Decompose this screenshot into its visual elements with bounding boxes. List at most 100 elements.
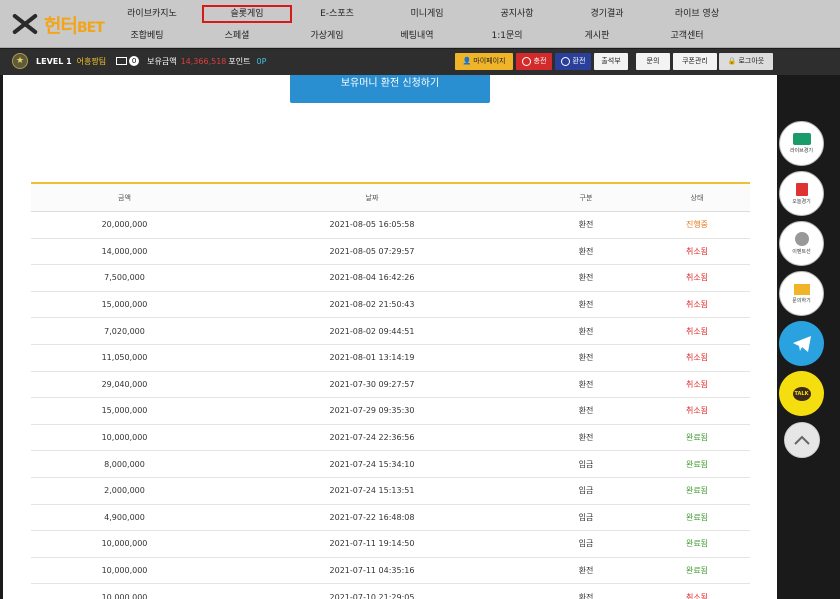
- table-row: 10,000,000 2021-07-11 04:35:16 환전 완료됨: [31, 558, 750, 585]
- calendar-icon: [795, 182, 808, 196]
- cell-amount: 10,000,000: [101, 592, 148, 599]
- nav-customer-center[interactable]: 고객센터: [642, 27, 732, 45]
- event-button[interactable]: 이벤트선: [779, 221, 824, 266]
- username: 어흥짱팀: [76, 56, 107, 66]
- cell-amount: 4,900,000: [104, 512, 145, 522]
- table-row: 11,050,000 2021-08-01 13:14:19 환전 취소됨: [31, 345, 750, 372]
- cell-status: 완료됨: [685, 433, 709, 443]
- table-row: 10,000,000 2021-07-11 19:14:50 입금 완료됨: [31, 531, 750, 558]
- cell-status: 진행중: [685, 220, 709, 230]
- site-logo[interactable]: 헌터BET: [8, 6, 108, 42]
- cell-amount: 15,000,000: [101, 300, 148, 310]
- cell-date: 2021-08-02 21:50:43: [329, 300, 415, 310]
- cell-type: 입금: [578, 512, 594, 522]
- scroll-top-button[interactable]: [784, 422, 820, 458]
- cell-type: 입금: [578, 486, 594, 496]
- nav-mini-game[interactable]: 미니게임: [382, 5, 472, 23]
- cell-amount: 7,020,000: [104, 326, 145, 336]
- cell-status: 완료됨: [685, 512, 709, 522]
- table-row: 29,040,000 2021-07-30 09:27:57 환전 취소됨: [31, 372, 750, 399]
- cell-status: 완료됨: [685, 486, 709, 496]
- cell-type: 환전: [578, 592, 594, 599]
- cell-status: 취소됨: [685, 326, 709, 336]
- inquiry-button[interactable]: 문의: [636, 53, 670, 70]
- coupon-button[interactable]: 쿠폰관리: [673, 53, 717, 70]
- nav-board[interactable]: 게시판: [552, 27, 642, 45]
- nav-one-on-one[interactable]: 1:1문의: [462, 27, 552, 45]
- nav-combo-bet[interactable]: 조합베팅: [102, 27, 192, 45]
- table-header: 금액 날짜 구분 상태: [31, 184, 750, 212]
- cell-date: 2021-08-05 16:05:58: [329, 220, 415, 230]
- table-row: 10,000,000 2021-07-24 22:36:56 환전 완료됨: [31, 425, 750, 452]
- cell-date: 2021-08-04 16:42:26: [329, 273, 415, 283]
- logo-text: 헌터BET: [44, 14, 105, 37]
- exchange-request-button[interactable]: 보유머니 환전 신청하기: [290, 75, 490, 103]
- monitor-icon: [792, 133, 811, 145]
- logout-wrap: 🔒 로그아웃: [716, 53, 773, 70]
- point-label: 포인트: [228, 56, 251, 66]
- nav-live-casino[interactable]: 라이브카지노: [102, 5, 202, 23]
- cell-status: 취소됨: [685, 300, 709, 310]
- cell-date: 2021-07-24 15:13:51: [329, 486, 415, 496]
- cell-type: 입금: [578, 459, 594, 469]
- status-buttons: 👤 마이페이지 충전 환전 출석부 문의 쿠폰관리: [452, 53, 717, 70]
- cell-status: 완료됨: [685, 459, 709, 469]
- logout-button[interactable]: 🔒 로그아웃: [719, 53, 773, 70]
- cell-type: 환전: [578, 326, 594, 336]
- crossed-guns-icon: [8, 9, 42, 39]
- nav-slot-game[interactable]: 슬롯게임: [202, 5, 292, 23]
- cell-type: 환전: [578, 406, 594, 416]
- cell-status: 취소됨: [685, 246, 709, 256]
- cell-amount: 15,000,000: [101, 406, 148, 416]
- envelope-icon: [793, 283, 810, 295]
- nav-special[interactable]: 스페셜: [192, 27, 282, 45]
- telegram-button[interactable]: [779, 321, 824, 366]
- cell-date: 2021-07-29 09:35:30: [329, 406, 415, 416]
- user-level: LEVEL 1: [36, 56, 72, 66]
- nav-virtual-game[interactable]: 가상게임: [282, 27, 372, 45]
- talk-bubble-icon: TALK: [792, 386, 811, 401]
- nav-esports[interactable]: E-스포츠: [292, 5, 382, 23]
- cell-type: 환전: [578, 220, 594, 230]
- cell-date: 2021-07-24 15:34:10: [329, 459, 415, 469]
- mypage-button[interactable]: 👤 마이페이지: [455, 53, 513, 70]
- point-value: 0P: [256, 56, 267, 66]
- inquiry-side-button[interactable]: 문의하기: [779, 271, 824, 316]
- event-icon: [794, 232, 809, 246]
- table-row: 14,000,000 2021-08-05 07:29:57 환전 취소됨: [31, 239, 750, 266]
- kakaotalk-button[interactable]: TALK: [779, 371, 824, 416]
- exchange-icon: [560, 57, 570, 66]
- cell-status: 취소됨: [685, 592, 709, 599]
- cell-status: 취소됨: [685, 379, 709, 389]
- cell-type: 입금: [578, 539, 594, 549]
- table-row: 15,000,000 2021-07-29 09:35:30 환전 취소됨: [31, 398, 750, 425]
- table-row: 20,000,000 2021-08-05 16:05:58 환전 진행중: [31, 212, 750, 239]
- today-match-button[interactable]: 오늘경기: [779, 171, 824, 216]
- nav-results[interactable]: 경기결과: [562, 5, 652, 23]
- nav-bet-history[interactable]: 베팅내역: [372, 27, 462, 45]
- mail-count: 0: [129, 56, 140, 66]
- balance-label: 보유금액: [147, 56, 177, 66]
- mail-button[interactable]: 0: [116, 56, 140, 66]
- nav-live-video[interactable]: 라이브 영상: [652, 5, 742, 23]
- cell-amount: 8,000,000: [104, 459, 145, 469]
- nav-notice[interactable]: 공지사항: [472, 5, 562, 23]
- table-row: 7,020,000 2021-08-02 09:44:51 환전 취소됨: [31, 318, 750, 345]
- coin-icon: [521, 57, 531, 66]
- header-amount: 금액: [118, 193, 131, 202]
- cell-status: 완료됨: [685, 539, 709, 549]
- user-icon: 👤: [462, 57, 472, 65]
- cell-status: 취소됨: [685, 353, 709, 363]
- cell-type: 환전: [578, 246, 594, 256]
- charge-button[interactable]: 충전: [516, 53, 552, 70]
- table-row: 7,500,000 2021-08-04 16:42:26 환전 취소됨: [31, 265, 750, 292]
- cell-date: 2021-08-01 13:14:19: [329, 353, 415, 363]
- cell-date: 2021-07-11 19:14:50: [329, 539, 415, 549]
- exchange-button[interactable]: 환전: [555, 53, 591, 70]
- table-row: 15,000,000 2021-08-02 21:50:43 환전 취소됨: [31, 292, 750, 319]
- cell-amount: 14,000,000: [101, 246, 148, 256]
- live-match-button[interactable]: 라이브경기: [779, 121, 824, 166]
- transaction-table: 금액 날짜 구분 상태 20,000,000 2021-08-05 16:05:5…: [31, 182, 750, 599]
- cell-amount: 2,000,000: [104, 486, 145, 496]
- attendance-button[interactable]: 출석부: [594, 53, 628, 70]
